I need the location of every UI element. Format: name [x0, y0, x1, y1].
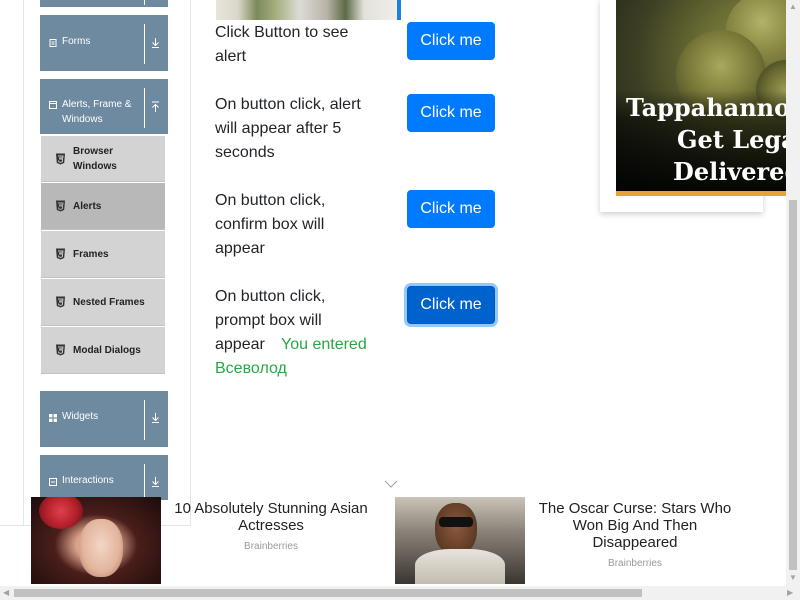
group-separator [144, 464, 145, 500]
sidebar-group-label: Interactions [62, 475, 114, 486]
sidebar-item-label: Nested Frames [73, 297, 145, 308]
expand-down-icon[interactable] [150, 37, 161, 49]
timer-alert-button[interactable]: Click me [407, 94, 495, 132]
sidebar-item-label: Alerts [73, 201, 102, 212]
group-separator [144, 400, 145, 440]
prompt-result: You entered Всеволод [215, 336, 367, 377]
expand-down-icon[interactable] [150, 412, 161, 424]
ad-image-detail [39, 497, 83, 529]
sidebar-item-nested-frames[interactable]: Nested Frames [41, 279, 165, 326]
left-border-line [23, 0, 24, 526]
sidebar-item-label-line1: Browser [73, 146, 114, 157]
form-icon [49, 39, 57, 47]
bottom-ad-2-title[interactable]: The Oscar Curse: Stars Who Won Big And T… [530, 500, 740, 551]
timer-alert-row-label: On button click, alert will appear after… [215, 96, 361, 161]
collapse-up-icon[interactable] [150, 101, 161, 113]
sidebar-group-elements[interactable] [40, 0, 168, 7]
ad-image-detail [435, 503, 477, 555]
vertical-scrollbar-thumb[interactable] [789, 200, 797, 570]
sidebar-group-widgets[interactable]: Widgets [40, 391, 168, 447]
html5-icon [56, 153, 65, 165]
sidebar-group-label-line1: Alerts, Frame & [62, 99, 132, 110]
html5-icon [56, 344, 65, 356]
group-separator [144, 24, 145, 64]
right-ad-line1: Tappahannock [626, 93, 800, 122]
ad-image-detail [79, 519, 123, 577]
sidebar-item-label: Modal Dialogs [73, 345, 141, 356]
interactions-icon [49, 478, 57, 486]
sidebar-group-interactions[interactable]: Interactions [40, 455, 168, 500]
vertical-scrollbar[interactable]: ▲ ▼ [786, 0, 800, 586]
sidebar-group-label: Forms [62, 36, 91, 47]
top-ad-image[interactable] [216, 0, 401, 20]
scroll-down-chevron-icon[interactable] [383, 478, 399, 490]
window-icon [49, 101, 57, 109]
scroll-right-arrow-icon[interactable]: ▶ [787, 589, 793, 597]
sidebar-item-alerts[interactable]: Alerts [41, 183, 165, 230]
sidebar-item-browser-windows[interactable]: Browser Windows [41, 136, 165, 182]
bottom-ad-1-source: Brainberries [244, 541, 298, 552]
scroll-left-arrow-icon[interactable]: ◀ [3, 589, 9, 597]
alert-row-label: Click Button to see alert [215, 24, 349, 65]
horizontal-scrollbar-thumb[interactable] [14, 589, 642, 597]
page: Forms Alerts, Frame & Windows Browser Wi… [0, 0, 800, 600]
prompt-button[interactable]: Click me [407, 286, 495, 324]
sidebar-group-forms[interactable]: Forms [40, 15, 168, 71]
group-separator [144, 88, 145, 128]
sidebar-divider [190, 0, 191, 526]
bottom-ad-1-image[interactable] [31, 497, 161, 584]
html5-icon [56, 296, 65, 308]
confirm-row-label: On button click, confirm box will appear [215, 192, 326, 257]
right-ad-line2: Get Legal [677, 125, 800, 154]
scroll-up-arrow-icon[interactable]: ▲ [789, 3, 797, 11]
expand-down-icon[interactable] [150, 476, 161, 488]
ad-image-detail [415, 549, 505, 584]
bottom-ad-1-title[interactable]: 10 Absolutely Stunning Asian Actresses [166, 500, 376, 534]
sidebar-group-label-line2: Windows [62, 114, 103, 125]
scroll-down-arrow-icon[interactable]: ▼ [789, 574, 797, 582]
group-separator [144, 0, 145, 5]
sidebar-group-alerts-frame-windows[interactable]: Alerts, Frame & Windows [40, 79, 168, 134]
ad-image-orange-bar [616, 191, 800, 196]
right-ad-headline[interactable]: Tappahannock Get Legal Delivered [616, 92, 800, 188]
sidebar-item-label-line2: Windows [73, 161, 117, 172]
ad-image-detail [439, 517, 473, 527]
sidebar-group-label: Widgets [62, 411, 99, 422]
sidebar-item-frames[interactable]: Frames [41, 231, 165, 278]
confirm-button[interactable]: Click me [407, 190, 495, 228]
html5-icon [56, 200, 65, 212]
right-ad-line3: Delivered [673, 157, 800, 186]
bottom-ad-2-image[interactable] [395, 497, 525, 584]
alert-button[interactable]: Click me [407, 22, 495, 60]
sidebar-item-label: Frames [73, 249, 109, 260]
sidebar-item-modal-dialogs[interactable]: Modal Dialogs [41, 327, 165, 374]
horizontal-scrollbar[interactable]: ◀ ▶ [0, 586, 800, 600]
top-ad-image-edge [397, 0, 401, 20]
widgets-grid-icon [49, 414, 57, 422]
bottom-ad-2-source: Brainberries [608, 558, 662, 569]
html5-icon [56, 248, 65, 260]
